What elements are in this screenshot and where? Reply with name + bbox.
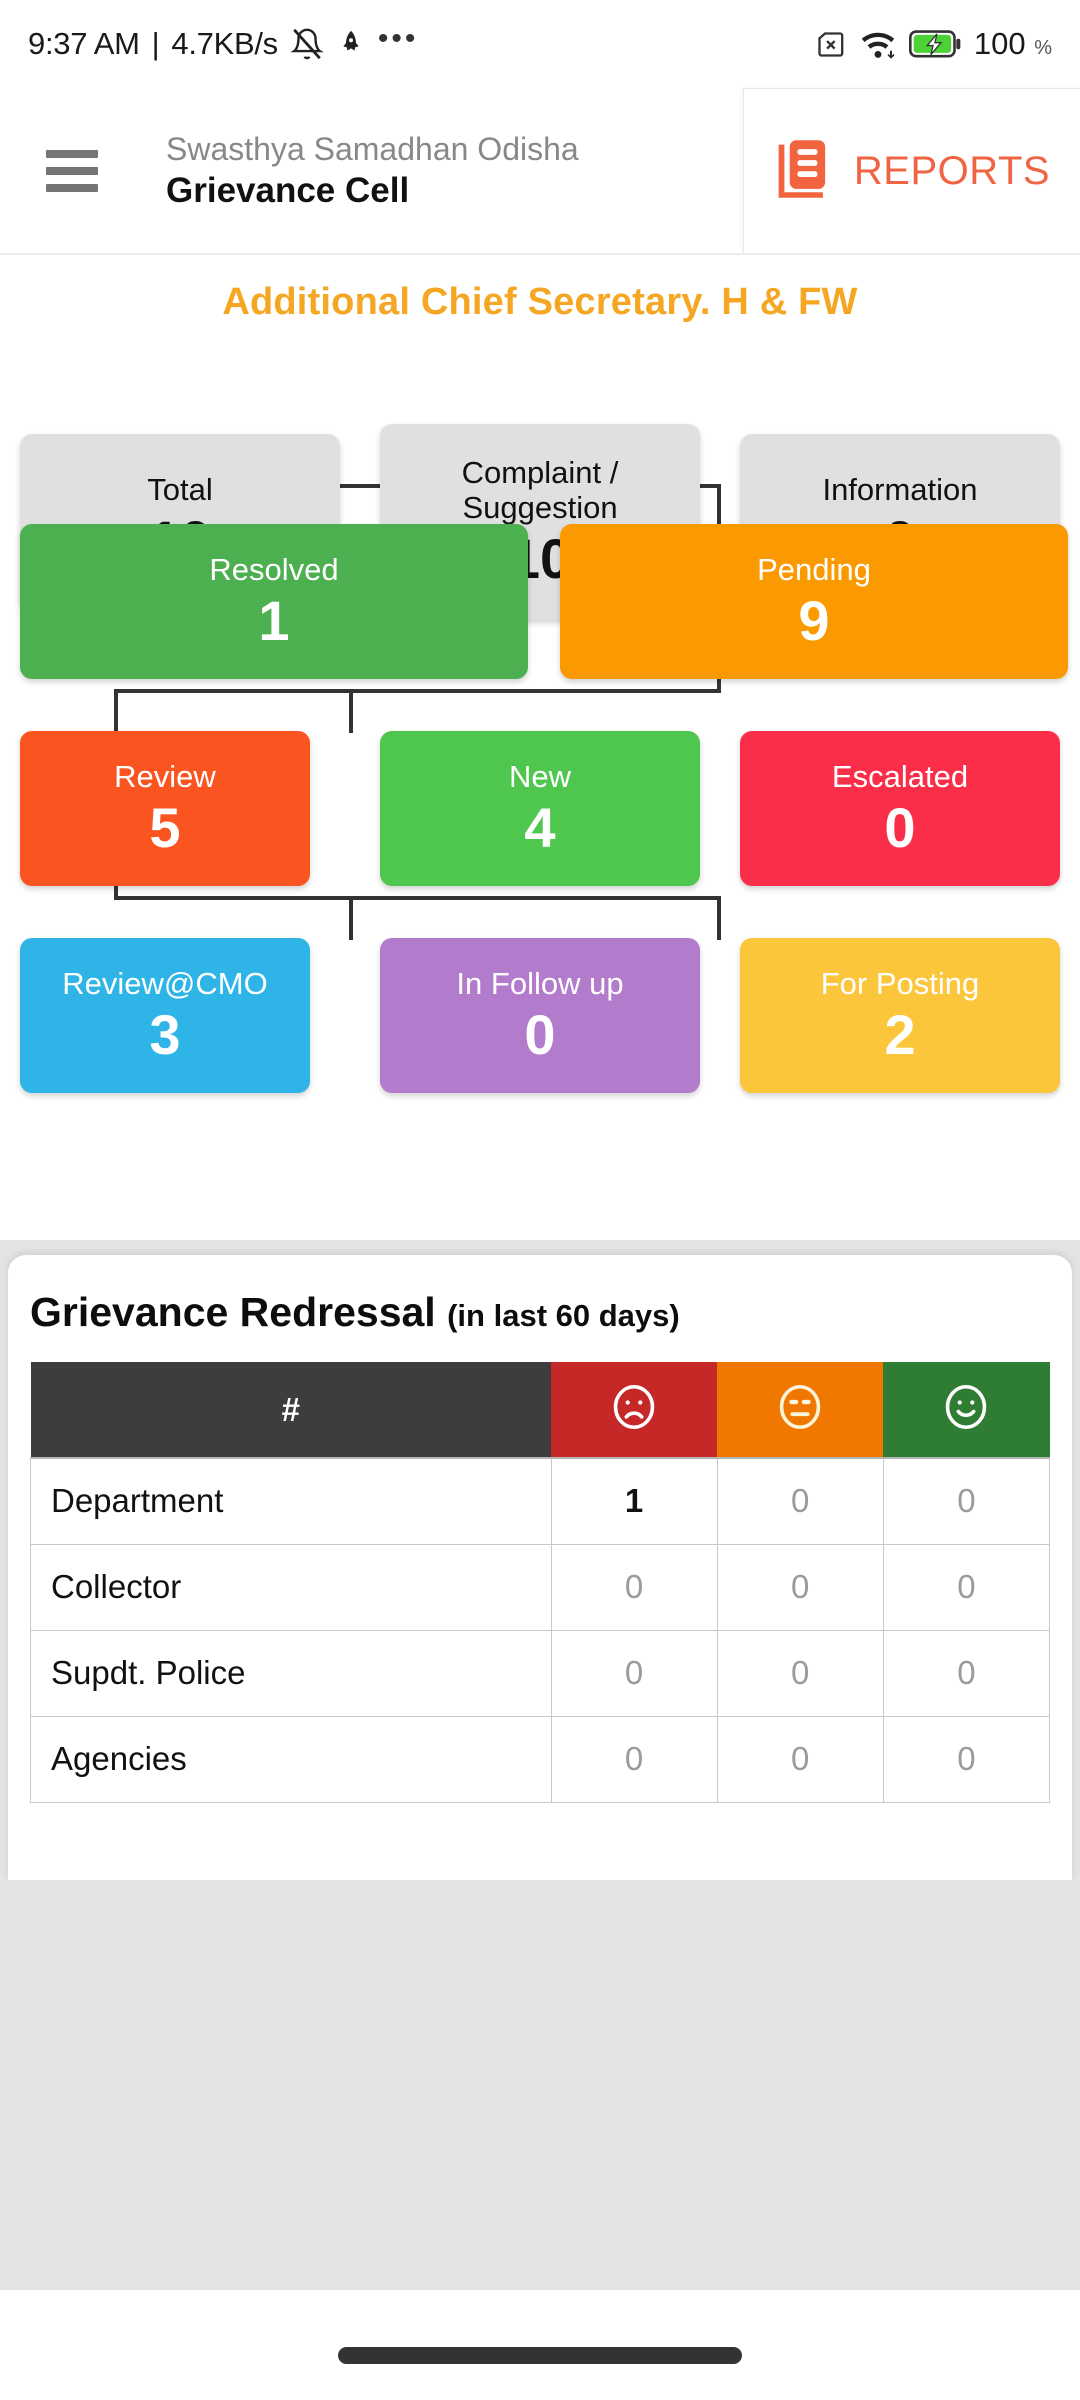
connector-line [349, 896, 353, 940]
redressal-table-head: # [30, 1362, 1050, 1458]
table-row: Supdt. Police 0 0 0 [30, 1629, 1051, 1717]
node-for-posting[interactable]: For Posting 2 [740, 938, 1060, 1093]
wifi-icon [860, 28, 896, 61]
hamburger-menu-icon[interactable] [46, 150, 98, 192]
page-title: Grievance Cell [166, 171, 410, 211]
status-network-speed: 4.7KB/s [171, 26, 278, 61]
node-escalated-label: Escalated [831, 758, 969, 794]
column-header-unhappy [551, 1362, 718, 1458]
connector-line [114, 689, 721, 693]
node-resolved[interactable]: Resolved 1 [20, 524, 528, 679]
grievance-tree: Total 10 Complaint / Suggestion 10 Infor… [0, 324, 1080, 1224]
node-escalated-value: 0 [884, 795, 916, 859]
node-pending-value: 9 [798, 588, 830, 652]
column-header-name: # [30, 1362, 551, 1458]
redressal-title-subtitle: (in last 60 days) [447, 1298, 680, 1333]
column-header-happy [883, 1362, 1050, 1458]
node-pending-label: Pending [757, 551, 871, 587]
node-resolved-value: 1 [258, 588, 290, 652]
connector-line [114, 896, 721, 900]
status-time: 9:37 AM [28, 26, 140, 61]
row-name: Supdt. Police [30, 1629, 552, 1717]
more-dots-icon: ••• [377, 22, 419, 55]
dashboard-content: Additional Chief Secretary. H & FW Total… [0, 255, 1080, 1240]
node-in-follow-up[interactable]: In Follow up 0 [380, 938, 700, 1093]
no-sim-icon [814, 28, 847, 61]
frowning-face-icon [607, 1384, 661, 1438]
column-header-neutral [717, 1362, 884, 1458]
neutral-face-icon [773, 1384, 827, 1438]
node-review-value: 5 [149, 795, 181, 859]
node-pending[interactable]: Pending 9 [560, 524, 1068, 679]
reports-button-label: REPORTS [853, 148, 1051, 193]
node-resolved-label: Resolved [209, 551, 339, 587]
table-header-row: # [30, 1362, 1050, 1458]
redressal-title: Grievance Redressal (in last 60 days) [30, 1289, 1050, 1336]
app-bar: Swasthya Samadhan Odisha Grievance Cell … [0, 88, 1080, 254]
node-complaint-suggestion-label: Complaint / Suggestion [461, 454, 619, 526]
node-new[interactable]: New 4 [380, 731, 700, 886]
battery-percent: 100 % [973, 26, 1052, 61]
node-in-follow-up-label: In Follow up [456, 965, 624, 1001]
app-bar-titles: Swasthya Samadhan Odisha Grievance Cell [166, 129, 579, 213]
connector-line [349, 689, 353, 733]
redressal-title-main: Grievance Redressal [30, 1289, 436, 1335]
home-gesture-pill[interactable] [338, 2347, 742, 2364]
row-name: Agencies [30, 1715, 552, 1803]
status-bar-right: 100 % [814, 26, 1052, 62]
grievance-redressal-card: Grievance Redressal (in last 60 days) # [8, 1255, 1072, 1880]
phone-screen: 9:37 AM | 4.7KB/s ••• 100 % Swasthya Sam… [0, 0, 1080, 2400]
reports-button[interactable]: REPORTS [743, 88, 1080, 254]
node-review-at-cmo-label: Review@CMO [62, 965, 268, 1001]
redressal-table-body: Department 1 0 0 Collector 0 0 0 Supdt. … [30, 1457, 1051, 1803]
connector-line [114, 689, 118, 733]
row-unhappy-value: 1 [550, 1457, 718, 1545]
table-row: Collector 0 0 0 [30, 1543, 1051, 1631]
status-bar-left: 9:37 AM | 4.7KB/s ••• [28, 24, 418, 64]
row-name: Collector [30, 1543, 552, 1631]
node-new-label: New [508, 758, 571, 794]
battery-charging-icon [908, 29, 961, 59]
system-navigation-bar [0, 2290, 1080, 2400]
connector-line [717, 896, 721, 940]
row-unhappy-value: 0 [550, 1629, 718, 1717]
table-row: Agencies 0 0 0 [30, 1715, 1051, 1803]
row-neutral-value: 0 [716, 1629, 884, 1717]
department-title: Additional Chief Secretary. H & FW [222, 281, 858, 323]
node-information-label: Information [822, 471, 978, 507]
app-subtitle: Swasthya Samadhan Odisha [166, 131, 579, 168]
bell-muted-icon [290, 27, 324, 61]
node-for-posting-value: 2 [884, 1002, 916, 1066]
rocket-icon [336, 28, 366, 60]
node-escalated[interactable]: Escalated 0 [740, 731, 1060, 886]
connector-line [717, 484, 721, 526]
node-review[interactable]: Review 5 [20, 731, 310, 886]
reports-document-icon [774, 138, 832, 205]
row-happy-value: 0 [882, 1629, 1051, 1717]
row-neutral-value: 0 [716, 1715, 884, 1803]
node-review-at-cmo-value: 3 [149, 1002, 181, 1066]
row-unhappy-value: 0 [550, 1543, 718, 1631]
status-separator: | [151, 26, 160, 61]
row-neutral-value: 0 [716, 1457, 884, 1545]
row-happy-value: 0 [882, 1457, 1051, 1545]
row-name: Department [30, 1457, 552, 1545]
node-review-at-cmo[interactable]: Review@CMO 3 [20, 938, 310, 1093]
smiling-face-icon [939, 1384, 993, 1438]
node-new-value: 4 [524, 795, 556, 859]
node-review-label: Review [114, 758, 216, 794]
table-row: Department 1 0 0 [30, 1457, 1051, 1545]
row-happy-value: 0 [882, 1715, 1051, 1803]
row-neutral-value: 0 [716, 1543, 884, 1631]
node-total-label: Total [147, 471, 213, 507]
node-for-posting-label: For Posting [820, 965, 980, 1001]
status-bar: 9:37 AM | 4.7KB/s ••• 100 % [0, 0, 1080, 88]
row-happy-value: 0 [882, 1543, 1051, 1631]
node-in-follow-up-value: 0 [524, 1002, 556, 1066]
row-unhappy-value: 0 [550, 1715, 718, 1803]
redressal-table: # Department 1 0 0 Collector 0 0 0 Supdt… [30, 1362, 1051, 1803]
